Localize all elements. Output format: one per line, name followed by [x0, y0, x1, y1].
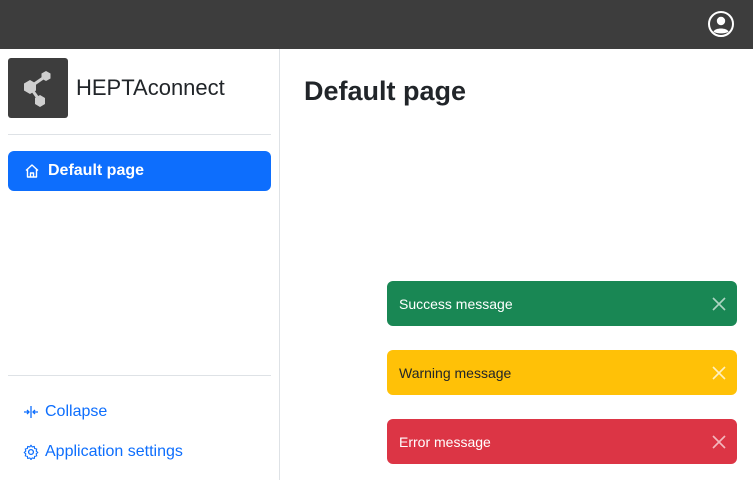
top-navbar: [0, 0, 753, 49]
brand-name: HEPTAconnect: [76, 75, 225, 100]
close-icon: [712, 365, 726, 380]
sidebar-item-default-page[interactable]: Default page: [8, 151, 271, 191]
toast-success: Success message: [387, 281, 737, 326]
toast-message: Warning message: [399, 364, 512, 381]
close-button[interactable]: [711, 296, 727, 312]
close-button[interactable]: [711, 365, 727, 381]
sidebar-divider-top: [8, 134, 271, 135]
home-icon: [25, 164, 39, 178]
sidebar-item-label: Default page: [48, 162, 145, 179]
logo: [8, 58, 68, 118]
application-settings-label: Application settings: [45, 443, 183, 460]
collapse-icon: [24, 406, 38, 418]
network-nodes-icon: [24, 71, 51, 107]
gear-icon: [23, 444, 39, 460]
close-icon: [712, 434, 726, 449]
close-icon: [712, 296, 726, 311]
sidebar: HEPTAconnect Default page Collapse Appli…: [0, 49, 280, 480]
user-account-button[interactable]: [708, 11, 734, 37]
toast-message: Success message: [399, 295, 513, 312]
toast-message: Error message: [399, 433, 491, 450]
brand[interactable]: HEPTAconnect: [8, 58, 225, 118]
sidebar-divider-bottom: [8, 375, 271, 376]
user-circle-icon: [708, 11, 734, 37]
toast-warning: Warning message: [387, 350, 737, 395]
application-settings-link[interactable]: Application settings: [23, 440, 183, 464]
close-button[interactable]: [711, 434, 727, 450]
collapse-label: Collapse: [45, 403, 108, 420]
page-title: Default page: [304, 76, 467, 106]
toast-error: Error message: [387, 419, 737, 464]
collapse-button[interactable]: Collapse: [23, 400, 107, 424]
